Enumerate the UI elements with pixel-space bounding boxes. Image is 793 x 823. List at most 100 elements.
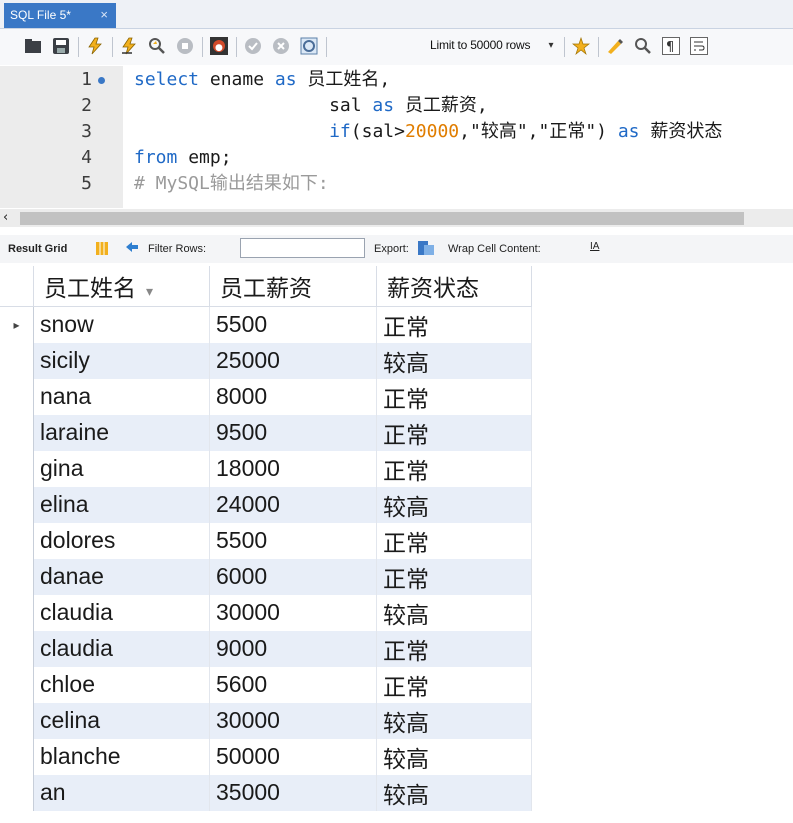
chevron-down-icon[interactable]: ▾ — [544, 38, 558, 54]
table-cell[interactable]: 6000 — [209, 558, 377, 595]
row-selector[interactable]: ▸ — [0, 306, 34, 343]
refresh-icon[interactable] — [124, 241, 140, 258]
code-line[interactable]: if(sal>20000,"较高","正常") as 薪资状态 — [134, 119, 722, 145]
horizontal-scrollbar[interactable]: ‹ — [0, 209, 793, 227]
invisible-chars-icon[interactable]: ¶ — [662, 37, 680, 55]
table-cell[interactable]: 较高 — [376, 486, 532, 523]
row-selector[interactable] — [0, 774, 34, 811]
scrollbar-thumb[interactable] — [20, 212, 744, 225]
code-line[interactable]: # MySQL输出结果如下: — [134, 171, 329, 197]
table-cell[interactable]: an — [33, 774, 210, 811]
limit-rows-select[interactable]: Limit to 50000 rows — [430, 38, 530, 52]
table-row[interactable]: elina 24000 较高 — [0, 486, 532, 523]
table-cell[interactable]: 正常 — [376, 666, 532, 703]
table-cell[interactable]: 较高 — [376, 594, 532, 631]
table-cell[interactable]: 30000 — [209, 594, 377, 631]
table-cell[interactable]: 较高 — [376, 702, 532, 739]
table-cell[interactable]: elina — [33, 486, 210, 523]
stop-icon[interactable] — [176, 37, 194, 55]
tab-sql-file[interactable]: SQL File 5* × — [4, 3, 116, 28]
column-header[interactable]: 薪资状态 — [376, 266, 532, 307]
result-grid[interactable]: 员工姓名 ▾ 员工薪资 薪资状态 ▸ snow 5500 正常 sicily 25000 较高… — [0, 266, 532, 811]
table-row[interactable]: dolores 5500 正常 — [0, 522, 532, 559]
table-cell[interactable]: sicily — [33, 342, 210, 379]
table-row[interactable]: chloe 5600 正常 — [0, 666, 532, 703]
table-row[interactable]: an 35000 较高 — [0, 774, 532, 811]
commit-icon[interactable] — [244, 37, 262, 55]
table-cell[interactable]: chloe — [33, 666, 210, 703]
table-cell[interactable]: 9500 — [209, 414, 377, 451]
table-cell[interactable]: 9000 — [209, 630, 377, 667]
code-line[interactable]: sal as 员工薪资, — [134, 93, 488, 119]
table-cell[interactable]: 正常 — [376, 522, 532, 559]
table-row[interactable]: claudia 30000 较高 — [0, 594, 532, 631]
table-cell[interactable]: 50000 — [209, 738, 377, 775]
table-row[interactable]: gina 18000 正常 — [0, 450, 532, 487]
row-selector[interactable] — [0, 486, 34, 523]
table-cell[interactable]: snow — [33, 306, 210, 343]
table-cell[interactable]: nana — [33, 378, 210, 415]
row-selector[interactable] — [0, 702, 34, 739]
table-cell[interactable]: 30000 — [209, 702, 377, 739]
filter-rows-input[interactable] — [240, 238, 365, 258]
beautify-icon[interactable] — [606, 37, 624, 55]
table-row[interactable]: danae 6000 正常 — [0, 558, 532, 595]
autocommit-icon[interactable] — [300, 37, 318, 55]
table-cell[interactable]: 较高 — [376, 738, 532, 775]
table-row[interactable]: nana 8000 正常 — [0, 378, 532, 415]
explain-icon[interactable] — [148, 37, 166, 55]
export-icon[interactable] — [418, 240, 434, 259]
table-cell[interactable]: 8000 — [209, 378, 377, 415]
execute-icon[interactable] — [86, 37, 104, 55]
row-selector[interactable] — [0, 738, 34, 775]
table-cell[interactable]: 5600 — [209, 666, 377, 703]
table-cell[interactable]: 正常 — [376, 414, 532, 451]
row-selector[interactable] — [0, 558, 34, 595]
row-selector[interactable] — [0, 450, 34, 487]
row-selector[interactable] — [0, 342, 34, 379]
rollback-icon[interactable] — [272, 37, 290, 55]
sort-icon[interactable]: ▾ — [146, 284, 153, 300]
find-icon[interactable] — [634, 37, 652, 55]
table-cell[interactable]: 正常 — [376, 558, 532, 595]
execute-current-icon[interactable] — [120, 37, 138, 55]
table-cell[interactable]: blanche — [33, 738, 210, 775]
table-cell[interactable]: 正常 — [376, 630, 532, 667]
open-folder-icon[interactable] — [24, 37, 42, 55]
table-cell[interactable]: 24000 — [209, 486, 377, 523]
table-cell[interactable]: gina — [33, 450, 210, 487]
save-icon[interactable] — [52, 37, 70, 55]
result-grid-tab[interactable]: Result Grid — [8, 243, 67, 255]
table-row[interactable]: ▸ snow 5500 正常 — [0, 306, 532, 343]
row-selector[interactable] — [0, 378, 34, 415]
wrap-icon[interactable] — [690, 37, 708, 55]
table-cell[interactable]: 5500 — [209, 522, 377, 559]
toggle-continue-icon[interactable]: ● — [210, 37, 228, 55]
row-selector[interactable] — [0, 594, 34, 631]
row-selector[interactable] — [0, 666, 34, 703]
table-row[interactable]: claudia 9000 正常 — [0, 630, 532, 667]
table-cell[interactable]: laraine — [33, 414, 210, 451]
grid-view-icon[interactable] — [96, 242, 108, 258]
code-line[interactable]: select ename as 员工姓名, — [134, 67, 390, 93]
row-selector[interactable] — [0, 522, 34, 559]
table-cell[interactable]: 较高 — [376, 774, 532, 811]
table-cell[interactable]: 正常 — [376, 450, 532, 487]
column-header[interactable]: 员工薪资 — [209, 266, 377, 307]
table-cell[interactable]: 35000 — [209, 774, 377, 811]
table-row[interactable]: laraine 9500 正常 — [0, 414, 532, 451]
table-cell[interactable]: 正常 — [376, 378, 532, 415]
scroll-left-icon[interactable]: ‹ — [3, 210, 8, 225]
wrap-cell-icon[interactable]: IA — [590, 241, 599, 252]
table-cell[interactable]: celina — [33, 702, 210, 739]
table-row[interactable]: celina 30000 较高 — [0, 702, 532, 739]
table-cell[interactable]: 5500 — [209, 306, 377, 343]
close-icon[interactable]: × — [100, 3, 108, 27]
table-cell[interactable]: 18000 — [209, 450, 377, 487]
row-selector[interactable] — [0, 414, 34, 451]
table-cell[interactable]: 较高 — [376, 342, 532, 379]
bookmark-icon[interactable] — [572, 36, 590, 56]
column-header[interactable]: 员工姓名 ▾ — [33, 266, 210, 307]
table-cell[interactable]: danae — [33, 558, 210, 595]
table-row[interactable]: blanche 50000 较高 — [0, 738, 532, 775]
